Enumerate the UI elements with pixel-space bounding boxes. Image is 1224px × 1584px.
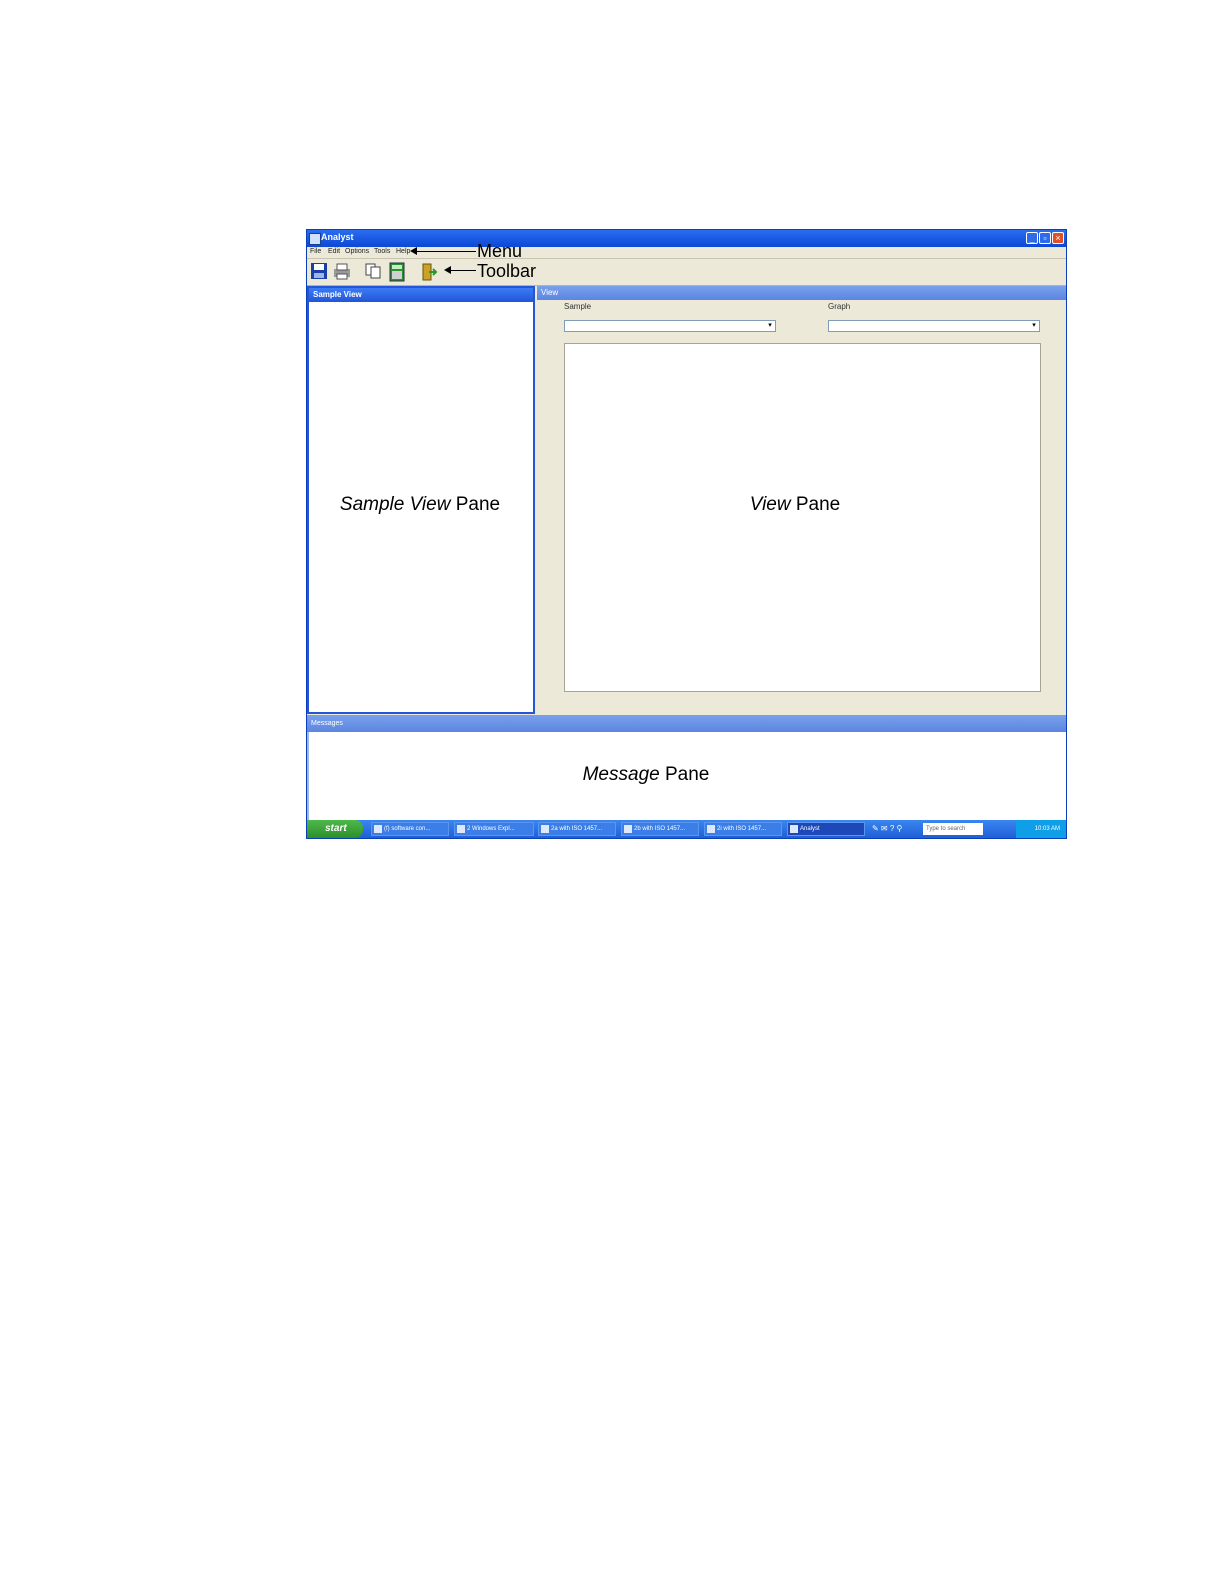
- document-icon: [541, 825, 549, 833]
- exit-icon[interactable]: [420, 262, 440, 282]
- copy-icon[interactable]: [364, 262, 384, 282]
- menu-help[interactable]: Help: [396, 248, 410, 255]
- menu-edit[interactable]: Edit: [328, 248, 340, 255]
- menu-annotation: Menu: [477, 241, 523, 261]
- sample-label: Sample: [564, 302, 592, 311]
- toolbar-arrow-line: [450, 270, 476, 271]
- view-pane-label: View Pane: [749, 494, 841, 515]
- title-bar: Analyst _ ▫ ×: [307, 230, 1066, 247]
- taskbar-item[interactable]: 2 Windows Expl...: [454, 822, 534, 836]
- taskbar: start (f) software con... 2 Windows Expl…: [307, 820, 1066, 838]
- calculator-icon[interactable]: [388, 262, 408, 282]
- graph-dropdown[interactable]: ▾: [828, 320, 1040, 332]
- minimize-button[interactable]: _: [1026, 232, 1038, 244]
- close-button[interactable]: ×: [1052, 232, 1064, 244]
- start-button[interactable]: start: [307, 820, 363, 838]
- system-tray-clock: 10:03 AM: [1016, 820, 1066, 838]
- toolbar: [307, 259, 1066, 286]
- taskbar-item-analyst[interactable]: Analyst: [787, 822, 865, 836]
- sample-view-pane-label: Sample View Pane: [339, 494, 501, 515]
- menu-options[interactable]: Options: [345, 248, 369, 255]
- menu-arrow-line: [416, 251, 476, 252]
- menu-file[interactable]: File: [310, 248, 321, 255]
- graph-area[interactable]: [564, 343, 1041, 692]
- save-icon[interactable]: [310, 262, 330, 282]
- window-title: Analyst: [321, 232, 354, 242]
- analyst-window: Analyst _ ▫ × File Edit Options Tools He…: [306, 229, 1067, 839]
- folder-icon: [457, 825, 465, 833]
- sample-view-header: Sample View: [309, 288, 533, 302]
- document-icon: [374, 825, 382, 833]
- sample-dropdown[interactable]: ▾: [564, 320, 776, 332]
- taskbar-item[interactable]: 2i with ISO 1457...: [704, 822, 782, 836]
- message-pane-label: Message Pane: [582, 764, 710, 785]
- document-icon: [624, 825, 632, 833]
- graph-label: Graph: [828, 302, 851, 311]
- app-icon: [309, 233, 321, 245]
- chevron-down-icon: ▾: [768, 322, 772, 329]
- document-icon: [707, 825, 715, 833]
- chevron-down-icon: ▾: [1032, 322, 1036, 329]
- tray-icons[interactable]: ✎ ✉ ? ⚲: [872, 824, 902, 833]
- app-icon: [790, 825, 798, 833]
- toolbar-annotation: Toolbar: [477, 261, 537, 281]
- maximize-button[interactable]: ▫: [1039, 232, 1051, 244]
- menu-bar: File Edit Options Tools Help: [307, 247, 1066, 259]
- view-header: View: [537, 286, 1066, 300]
- messages-header: Messages: [307, 715, 1066, 732]
- search-input[interactable]: Type to search: [923, 823, 983, 835]
- print-icon[interactable]: [332, 262, 352, 282]
- taskbar-item[interactable]: 2b with ISO 1457...: [621, 822, 699, 836]
- menu-tools[interactable]: Tools: [374, 248, 390, 255]
- taskbar-item[interactable]: (f) software con...: [371, 822, 449, 836]
- taskbar-item[interactable]: 2a with ISO 1457...: [538, 822, 616, 836]
